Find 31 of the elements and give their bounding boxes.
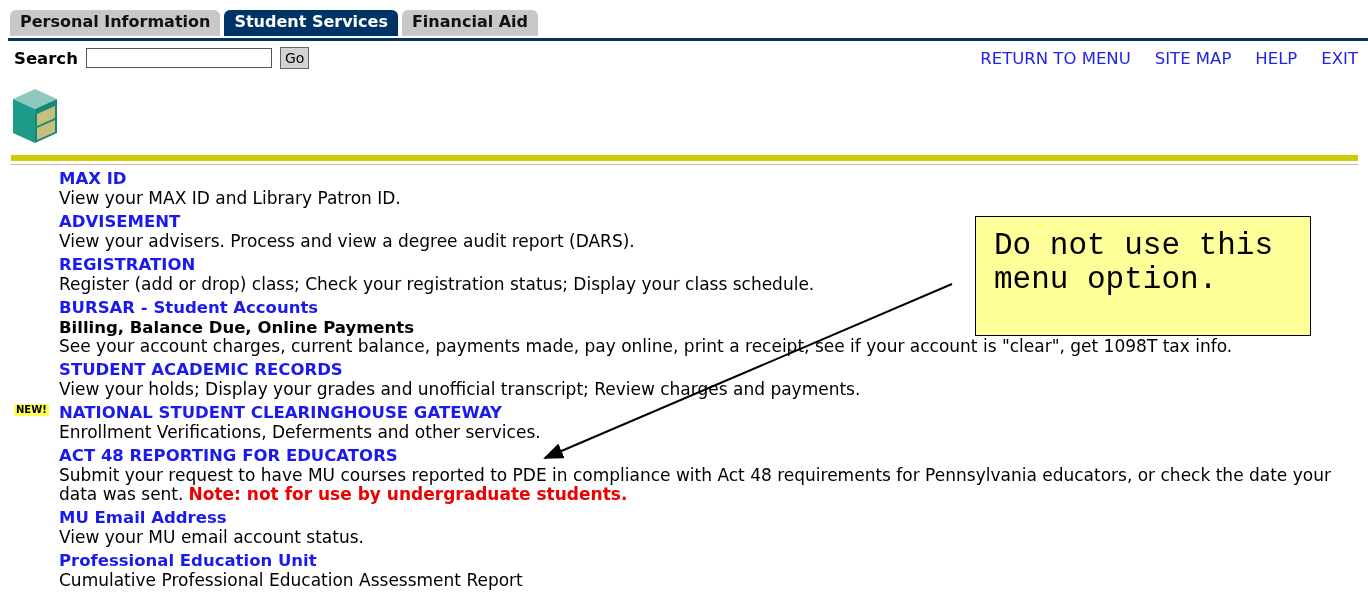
menu-description: View your MAX ID and Library Patron ID. (59, 189, 401, 208)
callout-note: Do not use this menu option. (975, 216, 1311, 336)
nav-link[interactable]: RETURN TO MENU (980, 49, 1131, 69)
menu-description: Submit your request to have MU courses reported to PDE in compliance with Act 48 requirements for Pennsylvania educators, or check the date your data was sent. Note: not for use by undergraduate students. (59, 466, 1332, 504)
menu-link[interactable]: BURSAR - Student Accounts (59, 298, 319, 317)
menu-description: Cumulative Professional Education Assessment Report (59, 571, 523, 590)
menu-link[interactable]: ACT 48 REPORTING FOR EDUCATORS (59, 446, 398, 465)
search-field[interactable] (85, 48, 272, 68)
menu-description: Enrollment Verifications, Deferments and other services. (59, 423, 541, 442)
menu-link[interactable]: ADVISEMENT (59, 212, 181, 231)
tab[interactable]: Student Services (224, 10, 398, 36)
file-cabinet-icon (11, 87, 59, 145)
go-button[interactable]: Go (279, 47, 310, 69)
tab[interactable]: Financial Aid (401, 10, 539, 36)
menu-description: See your account charges, current balance, payments made, pay online, print a receipt, see if your account is "clear", get 1098T tax info. (59, 337, 1233, 356)
menu-link[interactable]: Professional Education Unit (59, 551, 317, 570)
menu-link[interactable]: REGISTRATION (59, 255, 196, 274)
tab[interactable]: Personal Information (10, 10, 221, 36)
menu-subtitle: Billing, Balance Due, Online Payments (59, 318, 416, 337)
menu-link[interactable]: STUDENT ACADEMIC RECORDS (59, 360, 343, 379)
menu-link[interactable]: MAX ID (59, 169, 127, 188)
nav-link[interactable]: SITE MAP (1154, 49, 1232, 69)
menu-description: View your MU email account status. (59, 528, 364, 547)
menu-description: View your advisers. Process and view a degree audit report (DARS). (59, 232, 635, 251)
menu-link[interactable]: MU Email Address (59, 508, 227, 527)
search-label: Search (14, 48, 78, 68)
menu-description: Register (add or drop) class; Check your registration status; Display your class schedule. (59, 275, 815, 294)
nav-link[interactable]: HELP (1255, 49, 1298, 69)
nav-link[interactable]: EXIT (1321, 49, 1358, 69)
new-badge: NEW! (14, 404, 49, 416)
menu-link[interactable]: NATIONAL STUDENT CLEARINGHOUSE GATEWAY (59, 403, 503, 422)
